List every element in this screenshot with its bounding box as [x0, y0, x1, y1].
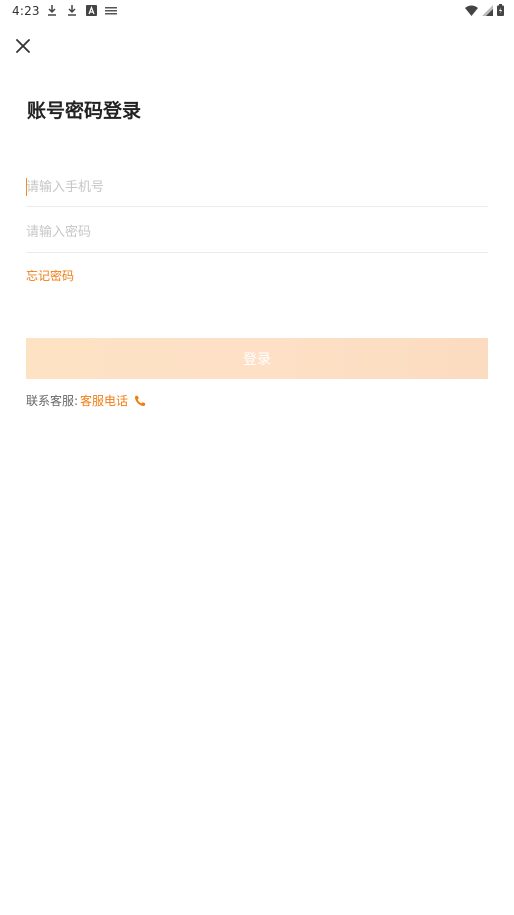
login-button[interactable]: 登录 [26, 338, 488, 379]
forgot-password-link[interactable]: 忘记密码 [26, 267, 74, 284]
close-icon [16, 38, 30, 57]
close-button[interactable] [12, 36, 34, 58]
password-field[interactable] [26, 213, 488, 253]
signal-icon [482, 4, 493, 19]
phone-icon[interactable] [134, 395, 146, 407]
a-badge-icon [86, 4, 97, 19]
phone-input[interactable] [26, 168, 488, 206]
download-icon [46, 4, 58, 19]
notification-icon [105, 5, 117, 19]
status-icons-left [46, 4, 117, 19]
status-icons-right [465, 4, 504, 19]
download-icon [66, 4, 78, 19]
status-bar: 4:23 [0, 0, 514, 22]
phone-field[interactable] [26, 168, 488, 207]
battery-icon [497, 4, 504, 19]
page-title: 账号密码登录 [27, 100, 142, 122]
contact-prefix: 联系客服: [26, 394, 79, 408]
password-input[interactable] [26, 213, 488, 251]
customer-service-phone-link[interactable]: 客服电话 [80, 392, 128, 409]
corner-marker [0, 909, 6, 915]
login-screen: 4:23 账号密码登录 请输入手机号 忘记密码 登录 联系客服: 客服电话 [0, 0, 514, 915]
status-time: 4:23 [12, 4, 40, 18]
contact-row: 联系客服: 客服电话 [26, 392, 146, 409]
text-cursor [26, 178, 27, 196]
wifi-icon [465, 5, 478, 19]
